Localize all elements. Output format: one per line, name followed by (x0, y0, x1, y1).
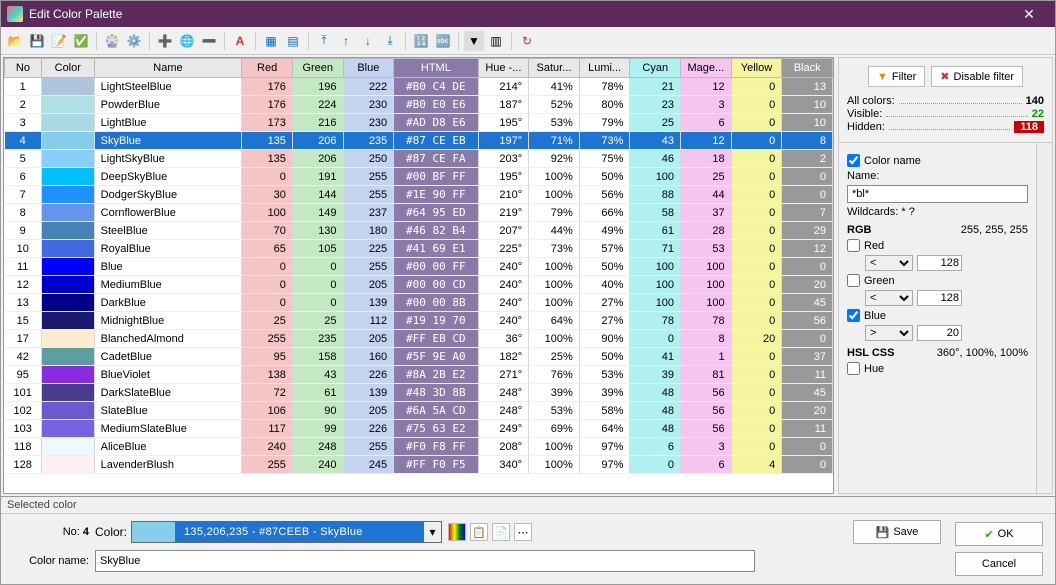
gear-icon[interactable]: ⚙️ (124, 31, 144, 51)
blue-checkbox[interactable]: Blue (847, 309, 1028, 322)
open-icon[interactable]: 📂 (5, 31, 25, 51)
up-icon[interactable]: ↑ (336, 31, 356, 51)
combo-swatch (132, 522, 176, 542)
add-icon[interactable]: ➕ (155, 31, 175, 51)
table-row[interactable]: 11Blue00255#00 00 FF240°100%50%10010000 (5, 258, 833, 276)
col-header[interactable]: Cyan (630, 59, 681, 78)
green-val[interactable] (917, 290, 962, 306)
check-icon[interactable]: ✅ (71, 31, 91, 51)
ok-button[interactable]: ✔OK (955, 522, 1043, 546)
table-row[interactable]: 101DarkSlateBlue7261139#48 3D 8B248°39%3… (5, 384, 833, 402)
globe-icon[interactable]: 🌐 (177, 31, 197, 51)
refresh-icon[interactable]: ↻ (517, 31, 537, 51)
col-header[interactable]: Yellow (731, 59, 782, 78)
table-row[interactable]: 13DarkBlue00139#00 00 8B240°100%27%10010… (5, 294, 833, 312)
titlebar: Edit Color Palette ✕ (1, 1, 1055, 27)
table-row[interactable]: 128LavenderBlush255240245#FF F0 F5340°10… (5, 456, 833, 474)
table-row[interactable]: 6DeepSkyBlue0191255#00 BF FF195°100%50%1… (5, 168, 833, 186)
table-row[interactable]: 102SlateBlue10690205#6A 5A CD248°53%58%4… (5, 402, 833, 420)
filter-button[interactable]: ▼Filter (868, 66, 925, 87)
copy-icon[interactable]: 📋 (470, 523, 488, 541)
table-row[interactable]: 12MediumBlue00205#00 00 CD240°100%40%100… (5, 276, 833, 294)
green-checkbox[interactable]: Green (847, 274, 1028, 287)
table-row[interactable]: 17BlanchedAlmond255235205#FF EB CD36°100… (5, 330, 833, 348)
col-header[interactable]: Mage... (681, 59, 732, 78)
table-row[interactable]: 118AliceBlue240248255#F0 F8 FF208°100%97… (5, 438, 833, 456)
colorname-checkbox[interactable]: Color name (847, 154, 1028, 167)
green-op[interactable]: < (865, 290, 913, 306)
filter-panel: ▼Filter ✖Disable filter All colors:140 V… (838, 57, 1053, 494)
col-header[interactable]: Green (292, 59, 343, 78)
grid1-icon[interactable]: ▦ (261, 31, 281, 51)
save-button[interactable]: 💾 Save (853, 520, 941, 544)
table-row[interactable]: 4SkyBlue135206235#87 CE EB197°71%73%4312… (5, 132, 833, 150)
columns-icon[interactable]: ▥ (486, 31, 506, 51)
table-row[interactable]: 15MidnightBlue2525112#19 19 70240°64%27%… (5, 312, 833, 330)
col-header[interactable]: Blue (343, 59, 394, 78)
blue-val[interactable] (917, 325, 962, 341)
palette-icon[interactable] (448, 523, 466, 541)
grid2-icon[interactable]: ▤ (283, 31, 303, 51)
sort-alpha-icon[interactable]: 🔤 (433, 31, 453, 51)
down-icon[interactable]: ↓ (358, 31, 378, 51)
paste-icon[interactable]: 📄 (492, 523, 510, 541)
table-row[interactable]: 5LightSkyBlue135206250#87 CE FA203°92%75… (5, 150, 833, 168)
bottom-icon[interactable]: ⤓ (380, 31, 400, 51)
sort-num-icon[interactable]: 🔢 (411, 31, 431, 51)
red-checkbox[interactable]: Red (847, 239, 1028, 252)
toolbar: 📂 💾 📝 ✅ 🎡 ⚙️ ➕ 🌐 ➖ A ▦ ▤ ⤒ ↑ ↓ ⤓ 🔢 🔤 ▼ ▥… (1, 27, 1055, 55)
more-icon[interactable]: ⋯ (514, 523, 532, 541)
name-filter-input[interactable] (847, 185, 1028, 203)
app-icon (7, 6, 23, 22)
table-row[interactable]: 95BlueViolet13843226#8A 2B E2271°76%53%3… (5, 366, 833, 384)
edit-icon[interactable]: 📝 (49, 31, 69, 51)
selected-color-panel: Selected color No: 4 Color: 135,206,235 … (1, 496, 1055, 584)
col-header[interactable]: Black (782, 59, 833, 78)
side-scrollbar[interactable] (1036, 143, 1052, 493)
close-icon[interactable]: ✕ (1009, 6, 1049, 23)
table-row[interactable]: 103MediumSlateBlue11799226#75 63 E2249°6… (5, 420, 833, 438)
red-val[interactable] (917, 255, 962, 271)
col-header[interactable]: No (5, 59, 42, 78)
chevron-down-icon[interactable]: ▾ (423, 522, 441, 542)
color-combo[interactable]: 135,206,235 - #87CEEB - SkyBlue ▾ (131, 521, 442, 543)
remove-icon[interactable]: ➖ (199, 31, 219, 51)
table-row[interactable]: 10RoyalBlue65105225#41 69 E1225°73%57%71… (5, 240, 833, 258)
top-icon[interactable]: ⤒ (314, 31, 334, 51)
hue-checkbox[interactable]: Hue (847, 362, 1028, 375)
disable-filter-button[interactable]: ✖Disable filter (931, 66, 1023, 87)
col-header[interactable]: Hue -... (478, 59, 529, 78)
table-row[interactable]: 42CadetBlue95158160#5F 9E A0182°25%50%41… (5, 348, 833, 366)
red-op[interactable]: < (865, 255, 913, 271)
wheel-icon[interactable]: 🎡 (102, 31, 122, 51)
col-header[interactable]: HTML (394, 59, 478, 78)
table-row[interactable]: 1LightSteelBlue176196222#B0 C4 DE214°41%… (5, 78, 833, 96)
table-row[interactable]: 8CornflowerBlue100149237#64 95 ED219°79%… (5, 204, 833, 222)
col-header[interactable]: Lumi... (579, 59, 630, 78)
col-header[interactable]: Satur... (529, 59, 580, 78)
blue-op[interactable]: > (865, 325, 913, 341)
col-header[interactable]: Red (242, 59, 293, 78)
table-row[interactable]: 2PowderBlue176224230#B0 E0 E6187°52%80%2… (5, 96, 833, 114)
color-table[interactable]: NoColorNameRedGreenBlueHTMLHue -...Satur… (3, 57, 834, 494)
save-icon[interactable]: 💾 (27, 31, 47, 51)
font-icon[interactable]: A (230, 31, 250, 51)
col-header[interactable]: Color (41, 59, 94, 78)
table-row[interactable]: 9SteelBlue70130180#46 82 B4207°44%49%612… (5, 222, 833, 240)
col-header[interactable]: Name (94, 59, 242, 78)
table-row[interactable]: 3LightBlue173216230#AD D8 E6195°53%79%25… (5, 114, 833, 132)
color-name-input[interactable] (95, 550, 755, 572)
window-title: Edit Color Palette (29, 7, 1009, 21)
cancel-button[interactable]: Cancel (955, 552, 1043, 576)
filter-icon[interactable]: ▼ (464, 31, 484, 51)
table-row[interactable]: 7DodgerSkyBlue30144255#1E 90 FF210°100%5… (5, 186, 833, 204)
